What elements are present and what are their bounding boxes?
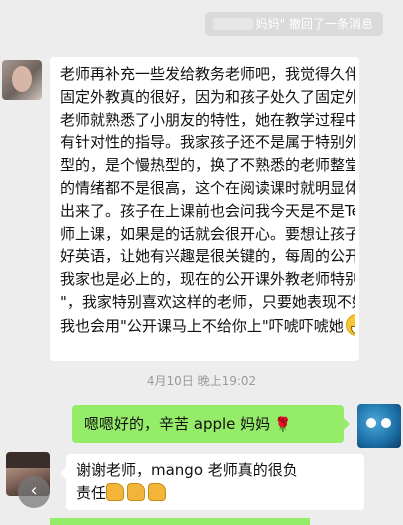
avatar[interactable]: [2, 60, 42, 100]
message-line: "，我家特别喜欢这样的老师，只要她表现不好时: [60, 292, 355, 311]
avatar-face: [12, 66, 32, 92]
avatar-self[interactable]: [357, 404, 401, 448]
recall-notice-text: 妈妈" 撤回了一条消息: [255, 17, 373, 31]
message-line: 谢谢老师，mango 老师真的很负: [76, 461, 298, 479]
message-line: 出来了。孩子在上课前也会问我今天是不是Tea老: [60, 201, 355, 220]
message-bubble-self[interactable]: 嗯嗯好的，辛苦 apple 妈妈 🌹: [72, 405, 350, 443]
thumbs-up-icon: [127, 483, 146, 501]
thumbs-up-icon: [106, 483, 125, 501]
message-line: 有针对性的指导。我家孩子还不是属于特别外向: [60, 133, 355, 152]
message-line: 我家也是必上的，现在的公开课外教老师特别"嗨: [60, 270, 355, 289]
rose-emoji-icon: 🌹: [274, 417, 292, 433]
message-line: 型的，是个慢热型的，换了不熟悉的老师整堂课: [60, 156, 355, 175]
avatar-eye: [381, 418, 391, 428]
message-bubble[interactable]: 谢谢老师，mango 老师真的很负 责任: [60, 454, 364, 510]
grin-emoji-icon: [345, 313, 355, 336]
message-line-text: 责任: [76, 484, 107, 502]
avatar-hair: [6, 452, 50, 468]
message-bubble-partial[interactable]: [50, 518, 310, 525]
message-line: 老师就熟悉了小朋友的特性，她在教学过程中会: [60, 110, 355, 129]
message-line: 固定外教真的很好，因为和孩子处久了固定外教: [60, 87, 355, 106]
message-line: 好英语，让她有兴趣是很关键的，每周的公开课: [60, 247, 355, 266]
message-text: 嗯嗯好的，辛苦 apple 妈妈: [84, 415, 271, 433]
chevron-left-icon: ‹: [30, 480, 38, 501]
message-line: 师上课，如果是的话就会很开心。要想让孩子学: [60, 224, 355, 243]
back-button[interactable]: ‹: [18, 476, 50, 508]
avatar-eye: [366, 418, 376, 428]
message-bubble[interactable]: 老师再补充一些发给教务老师吧，我觉得久伴的 固定外教真的很好，因为和孩子处久了固…: [50, 57, 359, 361]
message-line-last: 我也会用"公开课马上不给你上"吓唬吓唬她: [60, 313, 355, 338]
message-timestamp: 4月10日 晚上19:02: [146, 374, 257, 388]
message-line: 的情绪都不是很高，这个在阅读课时就明显体现: [60, 178, 355, 197]
thumbs-up-icon: [148, 483, 167, 501]
message-line-text: 我也会用"公开课马上不给你上"吓唬吓唬她: [60, 316, 344, 335]
message-line: 责任: [76, 482, 356, 505]
message-line: 老师再补充一些发给教务老师吧，我觉得久伴的: [60, 65, 355, 83]
recall-notice: 妈妈" 撤回了一条消息: [205, 12, 383, 36]
blurred-name: [213, 18, 253, 30]
